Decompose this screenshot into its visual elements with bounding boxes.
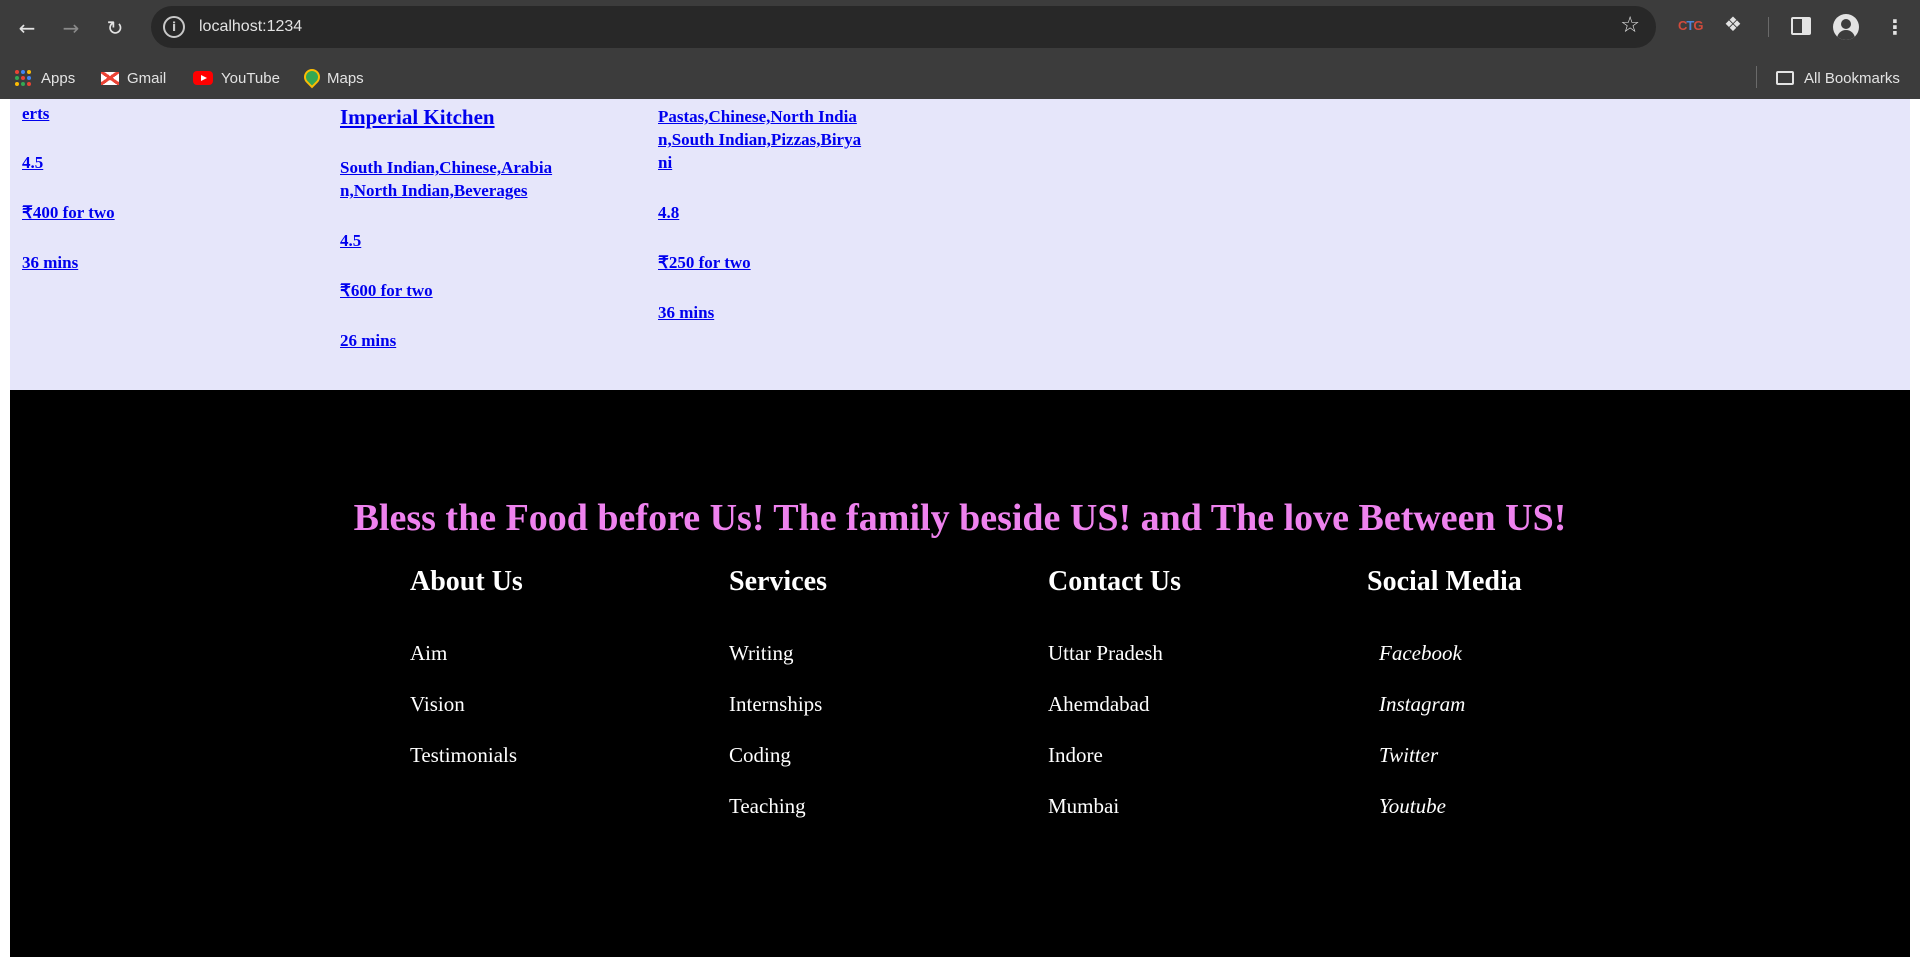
footer-column-contact: Contact Us Uttar Pradesh Ahemdabad Indor… — [1048, 565, 1348, 845]
star-icon[interactable]: ☆ — [1620, 14, 1640, 38]
footer-link[interactable]: Indore — [1048, 743, 1348, 794]
footer-link[interactable]: Writing — [729, 641, 1029, 692]
restaurant-rating[interactable]: 4.5 — [340, 229, 585, 252]
extension-logo-icon[interactable]: CTG — [1678, 18, 1703, 33]
footer-link[interactable]: Teaching — [729, 794, 1029, 845]
restaurant-delivery-time[interactable]: 26 mins — [340, 329, 585, 352]
info-icon[interactable]: i — [163, 16, 185, 38]
bookmarks-divider — [1756, 66, 1757, 88]
bookmark-label: Maps — [327, 69, 364, 87]
gmail-icon — [101, 71, 119, 85]
footer-heading: Contact Us — [1048, 566, 1181, 597]
footer-column-services: Services Writing Internships Coding Teac… — [729, 565, 1029, 845]
bookmark-youtube[interactable]: YouTube — [193, 67, 280, 89]
side-panel-icon[interactable] — [1791, 17, 1811, 35]
footer-link[interactable]: Aim — [410, 641, 710, 692]
footer-heading: Services — [729, 566, 827, 597]
footer-link[interactable]: Twitter — [1367, 743, 1667, 794]
bottom-edge — [0, 958, 1920, 971]
footer-link[interactable]: Mumbai — [1048, 794, 1348, 845]
restaurant-cuisines-line[interactable]: South Indian,Chinese,Arabia — [340, 156, 585, 179]
bookmark-label: YouTube — [221, 69, 280, 87]
bookmark-label: Apps — [41, 69, 76, 87]
bookmark-label: Gmail — [127, 69, 167, 87]
restaurant-name[interactable]: Imperial Kitchen — [340, 105, 585, 129]
restaurant-card[interactable]: Pastas,Chinese,North India n,South India… — [658, 99, 903, 324]
maps-pin-icon — [303, 69, 317, 87]
restaurant-cuisines-line[interactable]: ni — [658, 151, 903, 174]
restaurant-cuisines[interactable]: erts — [22, 102, 267, 125]
footer-link[interactable]: Ahemdabad — [1048, 692, 1348, 743]
restaurant-cost[interactable]: ₹600 for two — [340, 279, 585, 302]
footer-column-social: Social Media Facebook Instagram Twitter … — [1367, 565, 1667, 845]
restaurant-delivery-time[interactable]: 36 mins — [22, 251, 267, 274]
footer-quote: Bless the Food before Us! The family bes… — [353, 497, 1567, 539]
restaurant-card[interactable]: Imperial Kitchen South Indian,Chinese,Ar… — [340, 99, 585, 352]
restaurant-list: erts 4.5 ₹400 for two 36 mins Imperial K… — [10, 99, 1910, 390]
bookmark-apps[interactable]: Apps — [15, 67, 75, 89]
profile-icon[interactable] — [1833, 14, 1859, 40]
restaurant-delivery-time[interactable]: 36 mins — [658, 301, 903, 324]
footer-link[interactable]: Vision — [410, 692, 710, 743]
restaurant-rating[interactable]: 4.5 — [22, 151, 267, 174]
all-bookmarks-label: All Bookmarks — [1804, 69, 1900, 87]
footer-heading: Social Media — [1367, 566, 1522, 597]
restaurant-cuisines-line[interactable]: n,South Indian,Pizzas,Birya — [658, 128, 903, 151]
url-text[interactable]: localhost:1234 — [199, 18, 302, 36]
restaurant-rating[interactable]: 4.8 — [658, 201, 903, 224]
browser-toolbar: ← → ↻ i localhost:1234 ☆ CTG ❖ ⋮ — [0, 0, 1920, 55]
footer-column-about: About Us Aim Vision Testimonials — [410, 565, 710, 794]
apps-grid-icon — [15, 70, 31, 86]
kebab-menu-icon[interactable]: ⋮ — [1885, 13, 1905, 41]
folder-icon — [1776, 71, 1794, 85]
restaurant-card[interactable]: erts 4.5 ₹400 for two 36 mins — [22, 99, 267, 274]
restaurant-cuisines-line[interactable]: Pastas,Chinese,North India — [658, 105, 903, 128]
footer-link[interactable]: Instagram — [1367, 692, 1667, 743]
bookmarks-bar: Apps Gmail YouTube Maps All Bookmarks — [0, 55, 1920, 99]
footer-link[interactable]: Uttar Pradesh — [1048, 641, 1348, 692]
arrow-left-icon[interactable]: ← — [9, 10, 45, 46]
page-viewport: erts 4.5 ₹400 for two 36 mins Imperial K… — [0, 99, 1920, 971]
address-bar[interactable]: i localhost:1234 ☆ — [151, 6, 1656, 48]
site-footer: Bless the Food before Us! The family bes… — [10, 390, 1910, 957]
arrow-right-icon[interactable]: → — [53, 10, 89, 46]
footer-link[interactable]: Coding — [729, 743, 1029, 794]
youtube-icon — [193, 71, 213, 85]
restaurant-cost[interactable]: ₹250 for two — [658, 251, 903, 274]
toolbar-divider — [1768, 17, 1769, 37]
reload-icon[interactable]: ↻ — [97, 10, 133, 46]
footer-link[interactable]: Facebook — [1367, 641, 1667, 692]
puzzle-icon[interactable]: ❖ — [1724, 12, 1746, 36]
footer-link[interactable]: Youtube — [1367, 794, 1667, 845]
bookmark-gmail[interactable]: Gmail — [101, 67, 166, 89]
footer-heading: About Us — [410, 566, 523, 597]
footer-link[interactable]: Internships — [729, 692, 1029, 743]
all-bookmarks-button[interactable]: All Bookmarks — [1776, 67, 1900, 89]
bookmark-maps[interactable]: Maps — [303, 67, 364, 89]
restaurant-cost[interactable]: ₹400 for two — [22, 201, 267, 224]
footer-link[interactable]: Testimonials — [410, 743, 710, 794]
restaurant-cuisines-line[interactable]: n,North Indian,Beverages — [340, 179, 585, 202]
